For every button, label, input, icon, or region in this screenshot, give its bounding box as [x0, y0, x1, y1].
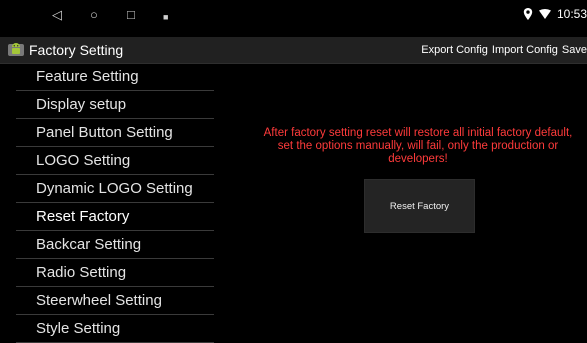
- import-config-button[interactable]: Import Config: [492, 44, 558, 56]
- status-icons: 10:53: [523, 7, 587, 21]
- reset-factory-button[interactable]: Reset Factory: [364, 179, 475, 233]
- wifi-icon: [538, 9, 551, 19]
- recents-icon[interactable]: □: [127, 7, 135, 23]
- menu-item-dynamic-logo-setting[interactable]: Dynamic LOGO Setting: [16, 175, 214, 203]
- settings-menu: Feature Setting Display setup Panel Butt…: [16, 63, 214, 343]
- home-icon[interactable]: ○: [90, 7, 98, 23]
- export-config-button[interactable]: Export Config: [421, 44, 488, 56]
- status-bar: ◁ ○ □ ■ 10:53: [0, 0, 587, 30]
- menu-item-reset-factory[interactable]: Reset Factory: [16, 203, 214, 231]
- notification-icon: ■: [163, 12, 169, 22]
- menu-item-feature-setting[interactable]: Feature Setting: [16, 63, 214, 91]
- location-icon: [523, 8, 533, 20]
- action-menu: Export Config Import Config Save: [421, 44, 587, 56]
- save-button[interactable]: Save: [562, 44, 587, 56]
- menu-item-style-setting[interactable]: Style Setting: [16, 315, 214, 343]
- menu-item-panel-button-setting[interactable]: Panel Button Setting: [16, 119, 214, 147]
- menu-item-backcar-setting[interactable]: Backcar Setting: [16, 231, 214, 259]
- menu-item-steerwheel-setting[interactable]: Steerwheel Setting: [16, 287, 214, 315]
- android-settings-icon: [8, 43, 24, 56]
- menu-item-logo-setting[interactable]: LOGO Setting: [16, 147, 214, 175]
- reset-warning-text: After factory setting reset will restore…: [263, 127, 573, 165]
- page-title: Factory Setting: [29, 42, 124, 58]
- back-icon[interactable]: ◁: [52, 7, 62, 23]
- action-bar: Factory Setting Export Config Import Con…: [0, 37, 587, 64]
- menu-item-radio-setting[interactable]: Radio Setting: [16, 259, 214, 287]
- clock: 10:53: [556, 7, 587, 21]
- menu-item-display-setup[interactable]: Display setup: [16, 91, 214, 119]
